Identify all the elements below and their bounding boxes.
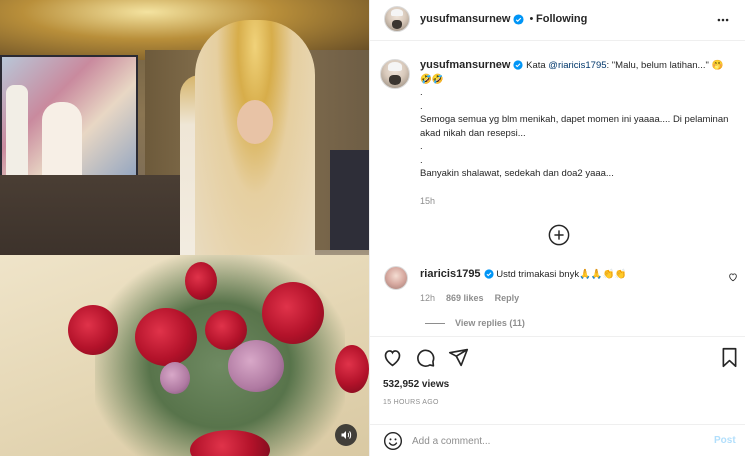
smiley-icon[interactable]	[383, 431, 403, 451]
action-icons	[382, 347, 469, 368]
caption-paragraph: Semoga semua yg blm menikah, dapet momen…	[420, 114, 729, 139]
caption-dot: .	[420, 87, 423, 98]
avatar[interactable]	[384, 6, 410, 32]
caption-dot: .	[420, 100, 423, 112]
verified-badge-icon	[513, 13, 525, 25]
more-dots-icon[interactable]	[715, 13, 731, 27]
bride-figure	[195, 20, 315, 280]
following-button[interactable]: Following	[536, 13, 587, 25]
post-header: yusufmansurnew • Following	[370, 0, 745, 41]
header-separator: •	[529, 13, 534, 25]
post-comment-button[interactable]: Post	[714, 435, 736, 446]
red-rose	[185, 262, 217, 300]
comment-likes[interactable]: 869 likes	[446, 293, 484, 303]
views-count[interactable]: 532,952 views	[383, 379, 449, 390]
comment-body: Ustd trimakasi bnyk🙏🙏👏👏	[496, 269, 627, 280]
comment-meta: 12h 869 likes Reply	[420, 293, 519, 303]
commenter-avatar[interactable]	[384, 266, 408, 290]
pink-rose	[228, 340, 284, 392]
avatar-beard	[392, 20, 402, 29]
replies-divider	[425, 322, 445, 324]
red-rose	[335, 345, 369, 393]
post-actions: 532,952 views 15 HOURS AGO	[370, 336, 745, 416]
bookmark-icon[interactable]	[720, 347, 739, 368]
heart-icon[interactable]	[728, 272, 738, 282]
header-user: yusufmansurnew •	[420, 13, 538, 25]
post-caption: yusufmansurnew Kata @riaricis1795: "Malu…	[420, 59, 735, 181]
speaker-icon	[341, 431, 352, 439]
audio-toggle-button[interactable]	[335, 424, 357, 446]
comment-text-row: riaricis1795 Ustd trimakasi bnyk🙏🙏👏👏	[420, 268, 626, 280]
view-replies-label: View replies (11)	[455, 318, 525, 328]
caption-dot: .	[420, 141, 423, 152]
header-username[interactable]: yusufmansurnew	[420, 13, 510, 25]
caption-mention-link[interactable]: @riaricis1795	[548, 60, 606, 71]
background-screen	[0, 55, 138, 190]
avatar-beard	[389, 75, 401, 86]
guests-crowd	[0, 175, 190, 265]
caption-avatar[interactable]	[380, 59, 410, 89]
comment-bubble-icon[interactable]	[415, 347, 436, 368]
avatar-cap	[391, 8, 403, 17]
red-rose	[68, 305, 118, 355]
pink-rose	[160, 362, 190, 394]
red-rose	[262, 282, 324, 344]
verified-badge-icon	[513, 60, 524, 70]
verified-badge-icon	[483, 269, 494, 279]
heart-icon[interactable]	[382, 347, 403, 368]
post-media[interactable]	[0, 0, 369, 456]
avatar-cap	[388, 62, 402, 71]
caption-line-1: yusufmansurnew Kata @riaricis1795: "Malu…	[420, 59, 735, 86]
add-comment-bar: Post	[370, 424, 745, 456]
commenter-username[interactable]: riaricis1795	[420, 268, 481, 280]
view-replies-button[interactable]: View replies (11)	[425, 318, 525, 328]
comment-time[interactable]: 12h	[420, 293, 435, 303]
comment-reply-button[interactable]: Reply	[495, 293, 520, 303]
post-age[interactable]: 15 HOURS AGO	[383, 399, 439, 406]
plus-circle-icon[interactable]	[548, 224, 570, 246]
bride-face	[237, 100, 273, 144]
caption-timestamp[interactable]: 15h	[420, 196, 435, 206]
caption-paragraph: Banyakin shalawat, sedekah dan doa2 yaaa…	[420, 168, 614, 179]
post-side-panel: yusufmansurnew • Following yusufmansurne…	[369, 0, 745, 456]
hall-door	[330, 150, 369, 250]
paper-plane-icon[interactable]	[448, 347, 469, 368]
caption-username[interactable]: yusufmansurnew	[420, 59, 510, 71]
comments-area[interactable]: yusufmansurnew Kata @riaricis1795: "Malu…	[370, 42, 745, 336]
screen-figure	[6, 85, 28, 185]
caption-dot: .	[420, 154, 423, 166]
comment-item: riaricis1795 Ustd trimakasi bnyk🙏🙏👏👏 12h…	[384, 266, 744, 316]
caption-text: Kata	[526, 60, 549, 71]
comment-input[interactable]	[412, 431, 692, 451]
red-rose	[135, 308, 197, 366]
